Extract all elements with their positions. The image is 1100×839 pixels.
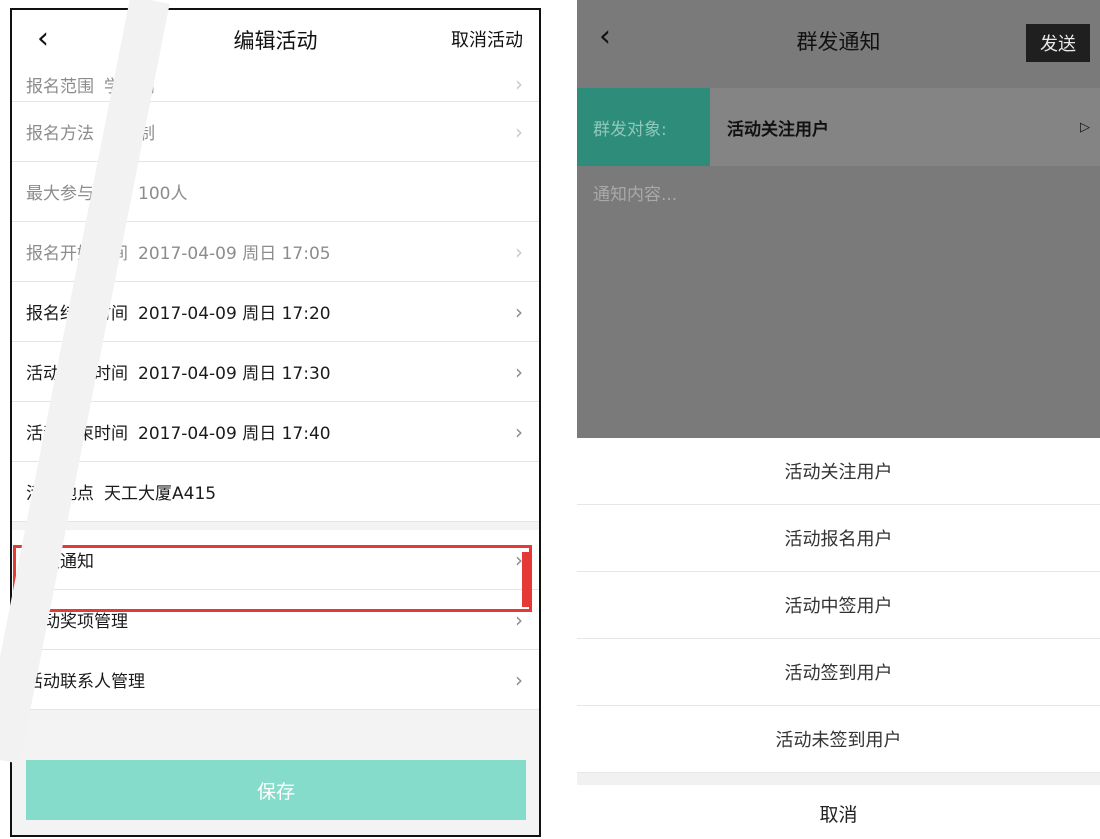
- row-label: 报名开始时间: [26, 244, 128, 264]
- triangle-right-icon: ▷: [1080, 119, 1090, 135]
- list-item-signup-method[interactable]: 报名方法 评审制 ›: [12, 102, 539, 162]
- option-selected-users[interactable]: 活动中签用户: [577, 572, 1100, 639]
- row-value: 2017-04-09 周日 17:30: [138, 364, 331, 384]
- recipient-action-sheet: 活动关注用户 活动报名用户 活动中签用户 活动签到用户 活动未签到用户 取消: [577, 438, 1100, 839]
- row-value: 2017-04-09 周日 17:05: [138, 244, 331, 264]
- row-value: 评审制: [104, 124, 155, 144]
- group-notice-screen: 群发通知 ‹ 发送 群发对象: 活动关注用户 ▷ 通知内容... 活动关注用户 …: [577, 0, 1100, 839]
- chevron-right-icon: ›: [515, 299, 523, 324]
- section-divider: [12, 522, 539, 530]
- header-bar: 编辑活动 ‹ 取消活动: [12, 10, 539, 68]
- edit-activity-screen: 编辑活动 ‹ 取消活动 报名范围 学校内 › 报名方法 评审制 › 最大参与人数 10…: [10, 8, 541, 837]
- sheet-divider: [577, 773, 1100, 785]
- option-follow-users[interactable]: 活动关注用户: [577, 438, 1100, 505]
- chevron-left-icon[interactable]: ‹: [28, 20, 58, 58]
- chevron-right-icon: ›: [515, 119, 523, 144]
- recipient-label: 群发对象:: [577, 88, 710, 166]
- menu-item-contact-management[interactable]: 活动联系人管理 ›: [12, 650, 539, 710]
- row-label: 活动结束时间: [26, 424, 128, 444]
- option-not-checked-in-users[interactable]: 活动未签到用户: [577, 706, 1100, 773]
- activity-field-list: 报名范围 学校内 › 报名方法 评审制 › 最大参与人数 100人 报名开始时间 201…: [12, 68, 539, 710]
- cancel-activity-button[interactable]: 取消活动: [451, 10, 523, 68]
- list-item-signup-start-time[interactable]: 报名开始时间 2017-04-09 周日 17:05 ›: [12, 222, 539, 282]
- save-bar: 保存: [12, 742, 539, 835]
- send-button[interactable]: 发送: [1026, 24, 1090, 62]
- chevron-right-icon: ›: [515, 72, 523, 96]
- row-label: 活动开始时间: [26, 364, 128, 384]
- row-value: 2017-04-09 周日 17:20: [138, 304, 331, 324]
- option-registered-users[interactable]: 活动报名用户: [577, 505, 1100, 572]
- sheet-cancel-button[interactable]: 取消: [577, 785, 1100, 839]
- row-label: 最大参与人数: [26, 184, 128, 204]
- option-checked-in-users[interactable]: 活动签到用户: [577, 639, 1100, 706]
- chevron-right-icon: ›: [515, 419, 523, 444]
- list-item-activity-start-time[interactable]: 活动开始时间 2017-04-09 周日 17:30 ›: [12, 342, 539, 402]
- list-item-activity-location[interactable]: 活动地点 天工大厦A415: [12, 462, 539, 522]
- chevron-left-icon[interactable]: ‹: [599, 18, 611, 56]
- menu-item-award-management[interactable]: 活动奖项管理 ›: [12, 590, 539, 650]
- chevron-right-icon: ›: [515, 667, 523, 692]
- list-item-signup-scope[interactable]: 报名范围 学校内 ›: [12, 68, 539, 102]
- chevron-right-icon: ›: [515, 607, 523, 632]
- row-label: 报名范围: [26, 77, 94, 97]
- row-label: 群发通知: [26, 552, 94, 572]
- chevron-right-icon: ›: [515, 239, 523, 264]
- row-value: 100人: [138, 184, 188, 204]
- row-label: 报名方法: [26, 124, 94, 144]
- row-value: 学校内: [104, 77, 155, 97]
- recipient-value: 活动关注用户: [727, 119, 829, 140]
- row-label: 活动奖项管理: [26, 612, 128, 632]
- chevron-right-icon: ›: [515, 359, 523, 384]
- list-item-signup-end-time[interactable]: 报名结束时间 2017-04-09 周日 17:20 ›: [12, 282, 539, 342]
- menu-item-group-notice[interactable]: 群发通知 ›: [12, 530, 539, 590]
- list-item-activity-end-time[interactable]: 活动结束时间 2017-04-09 周日 17:40 ›: [12, 402, 539, 462]
- row-label: 报名结束时间: [26, 304, 128, 324]
- row-value: 2017-04-09 周日 17:40: [138, 424, 331, 444]
- recipient-selector[interactable]: 群发对象: 活动关注用户 ▷: [577, 88, 1100, 166]
- list-item-max-participants[interactable]: 最大参与人数 100人: [12, 162, 539, 222]
- row-value: 天工大厦A415: [104, 484, 217, 504]
- chevron-right-icon: ›: [515, 547, 523, 572]
- page-title: 群发通知: [796, 30, 881, 54]
- row-label: 活动地点: [26, 484, 94, 504]
- header-bar: 群发通知 ‹ 发送: [577, 0, 1100, 78]
- save-button[interactable]: 保存: [26, 760, 526, 820]
- notice-content-input[interactable]: 通知内容...: [593, 180, 677, 205]
- row-label: 活动联系人管理: [26, 672, 145, 692]
